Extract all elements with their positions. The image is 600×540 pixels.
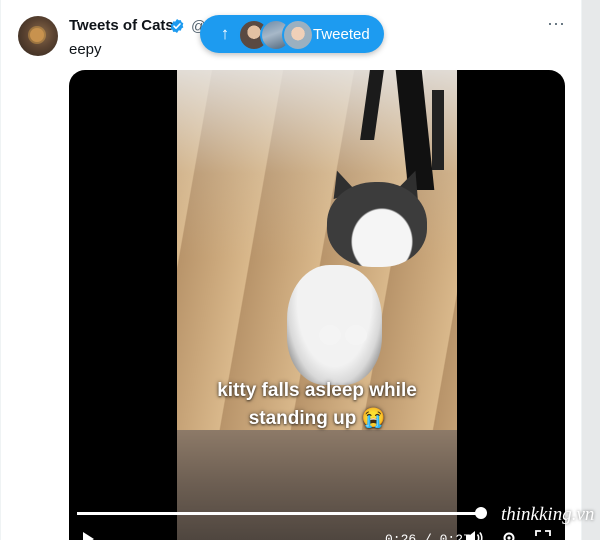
display-name[interactable]: Tweets of Cats bbox=[69, 17, 174, 34]
chair-leg bbox=[432, 90, 444, 170]
cat-paw bbox=[319, 325, 341, 345]
tweet-text: eepy bbox=[69, 41, 102, 58]
video-caption: kitty falls asleep while standing up 😭 bbox=[177, 377, 457, 433]
video-frame bbox=[177, 70, 457, 540]
cat-paw bbox=[345, 325, 367, 345]
toast-avatar bbox=[282, 19, 314, 51]
time-display: 0:26 / 0:27 bbox=[385, 532, 471, 540]
progress-handle[interactable] bbox=[474, 507, 487, 519]
fullscreen-icon[interactable] bbox=[535, 530, 551, 540]
cat-head bbox=[327, 182, 427, 267]
watermark: thinkking.vn bbox=[501, 504, 595, 525]
tweeted-toast[interactable]: ↑ Tweeted bbox=[200, 15, 384, 53]
arrow-up-icon: ↑ bbox=[220, 24, 230, 43]
progress-bar[interactable] bbox=[77, 507, 487, 519]
play-icon[interactable] bbox=[83, 532, 94, 540]
progress-fill bbox=[77, 512, 481, 515]
toast-label: Tweeted bbox=[313, 26, 370, 43]
verified-icon bbox=[170, 19, 184, 33]
more-icon[interactable]: ··· bbox=[545, 14, 567, 36]
video-player[interactable]: kitty falls asleep while standing up 😭 0… bbox=[69, 70, 565, 540]
gear-icon[interactable] bbox=[501, 530, 517, 540]
avatar[interactable] bbox=[18, 16, 58, 56]
doormat bbox=[177, 430, 457, 540]
avatar-image bbox=[30, 28, 44, 42]
volume-icon[interactable] bbox=[465, 530, 483, 540]
chair-leg bbox=[360, 70, 384, 140]
caption-line: standing up 😭 bbox=[248, 408, 386, 429]
caption-line: kitty falls asleep while bbox=[217, 380, 417, 401]
tweet-card[interactable]: Tweets of Cats @ eepy ··· ↑ Tweeted kitt… bbox=[0, 0, 594, 540]
